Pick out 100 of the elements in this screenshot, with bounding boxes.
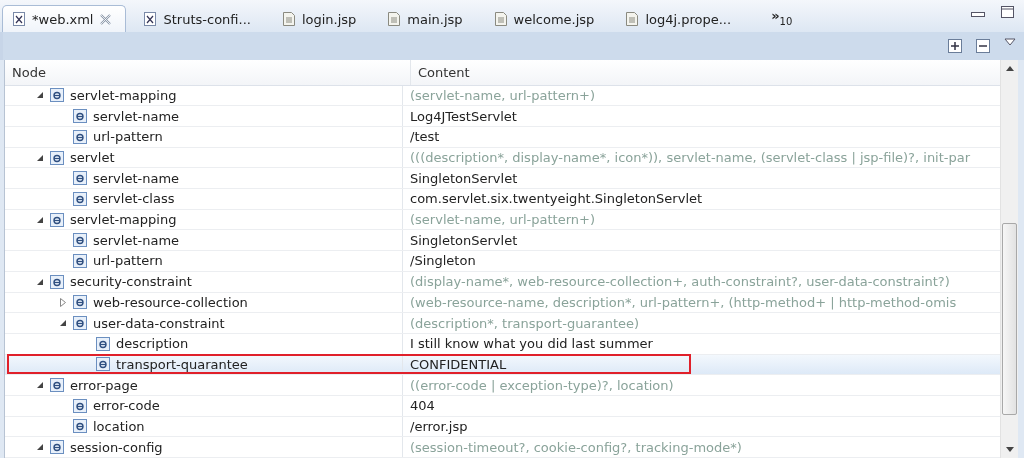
collapse-all-icon[interactable] [976, 39, 990, 53]
text-file-icon [494, 12, 507, 26]
node-name: description [116, 336, 189, 352]
tree-row[interactable]: description I still know what you did last summer [5, 333, 1000, 355]
tree-row[interactable]: servlet (((description*, display-name*, icon*)), servlet-name, (servlet-class | jsp-file)?, init-par [5, 147, 1000, 169]
content-value: CONFIDENTIAL [410, 356, 507, 372]
node-name: url-pattern [93, 253, 163, 269]
element-icon [50, 150, 64, 165]
tree-row[interactable]: location /error.jsp [5, 416, 1000, 438]
scrollbar-thumb[interactable] [1002, 223, 1017, 415]
scroll-up-icon[interactable] [1005, 65, 1014, 71]
content-value: SingletonServlet [410, 170, 518, 186]
content-hint: (session-timeout?, cookie-config?, tracking-mode*) [410, 439, 742, 455]
node-name: error-page [70, 377, 138, 393]
tree-row[interactable]: servlet-name Log4JTestServlet [5, 106, 1000, 127]
content-hint: (web-resource-name, description*, url-pattern+, (http-method+ | http-method-omis [410, 294, 957, 310]
tree-row[interactable]: servlet-class com.servlet.six.twentyeight.SingletonServlet [5, 189, 1000, 210]
element-icon [73, 129, 87, 144]
node-name: servlet-mapping [70, 212, 177, 228]
editor-tab[interactable]: *web.xml [2, 5, 127, 32]
element-icon [50, 378, 64, 393]
text-file-icon [282, 12, 295, 26]
tree-row[interactable]: error-code 404 [5, 395, 1000, 417]
node-name: servlet-name [93, 170, 180, 186]
expanded-arrow-icon[interactable] [35, 153, 44, 162]
node-name: servlet [70, 150, 115, 166]
element-icon [96, 336, 110, 351]
tree-row[interactable]: url-pattern /test [5, 127, 1000, 148]
element-icon [73, 191, 87, 206]
node-name: web-resource-collection [93, 294, 248, 310]
tree-row[interactable]: servlet-mapping (servlet-name, url-pattern+) [5, 85, 1000, 107]
expanded-arrow-icon[interactable] [35, 277, 44, 286]
node-name: servlet-class [93, 191, 175, 207]
editor-tab[interactable]: log4j.prope... [616, 6, 746, 32]
node-name: servlet-name [93, 232, 180, 248]
xml-file-icon [144, 12, 157, 26]
scroll-down-icon[interactable] [1005, 447, 1014, 453]
node-name: error-code [93, 398, 160, 414]
node-name: transport-quarantee [116, 356, 248, 372]
element-icon [73, 171, 87, 186]
element-icon [73, 109, 87, 124]
content-value: /error.jsp [410, 418, 468, 434]
column-header[interactable]: Content [411, 60, 1000, 85]
node-name: servlet-name [93, 108, 180, 124]
vertical-scrollbar[interactable] [1000, 60, 1018, 458]
content-value: com.servlet.six.twentyeight.SingletonServlet [410, 191, 703, 207]
text-file-icon [626, 12, 639, 26]
content-value: 404 [410, 398, 435, 414]
selected-row[interactable]: transport-quarantee CONFIDENTIAL [5, 354, 1000, 376]
node-name: security-constraint [70, 274, 192, 290]
tree-row[interactable]: url-pattern /Singleton [5, 251, 1000, 272]
editor-tab[interactable]: Struts-confi... [134, 6, 265, 32]
element-icon [73, 233, 87, 248]
expanded-arrow-icon[interactable] [35, 381, 44, 390]
text-file-icon [388, 12, 401, 26]
expanded-arrow-icon[interactable] [35, 91, 44, 100]
content-hint: ((error-code | exception-type)?, location) [410, 377, 674, 393]
content-value: Log4JTestServlet [410, 108, 517, 124]
content-hint: (servlet-name, url-pattern+) [410, 87, 596, 103]
content-value: /test [410, 129, 440, 145]
element-icon [50, 212, 64, 227]
node-name: user-data-constraint [93, 315, 225, 331]
content-value: I still know what you did last summer [410, 336, 653, 352]
element-icon [50, 440, 64, 455]
view-menu-icon[interactable] [1004, 38, 1016, 46]
element-icon [50, 274, 64, 289]
expanded-arrow-icon[interactable] [35, 443, 44, 452]
content-hint: (display-name*, web-resource-collection+, auth-constraint?, user-data-constraint?) [410, 274, 950, 290]
minimize-icon[interactable] [971, 12, 985, 18]
node-name: location [93, 418, 145, 434]
more-tabs-button[interactable]: »$_{10}$ [771, 8, 793, 32]
expand-all-icon[interactable] [948, 39, 962, 53]
expanded-arrow-icon[interactable] [58, 319, 67, 328]
tree-row[interactable]: security-constraint (display-name*, web-resource-collection+, auth-constraint?, user-data-constraint?) [5, 271, 1000, 293]
column-header[interactable]: Node [5, 60, 411, 85]
tree-row[interactable]: session-config (session-timeout?, cookie-config?, tracking-mode*) [5, 437, 1000, 458]
node-name: servlet-mapping [70, 87, 177, 103]
element-icon [73, 398, 87, 413]
tree-row[interactable]: servlet-name SingletonServlet [5, 168, 1000, 190]
tree-row[interactable]: web-resource-collection (web-resource-name, description*, url-pattern+, (http-method+ | http-method-omis [5, 292, 1000, 314]
tree-row[interactable]: error-page ((error-code | exception-type)?, location) [5, 375, 1000, 396]
collapsed-arrow-icon[interactable] [58, 297, 67, 307]
content-hint: (description*, transport-guarantee) [410, 315, 640, 331]
content-value: SingletonServlet [410, 232, 518, 248]
expanded-arrow-icon[interactable] [35, 215, 44, 224]
maximize-icon[interactable] [1001, 6, 1014, 18]
tree-row[interactable]: servlet-name SingletonServlet [5, 230, 1000, 252]
element-icon [73, 419, 87, 434]
editor-tab[interactable]: welcome.jsp [484, 6, 609, 32]
tree-row[interactable]: user-data-constraint (description*, transport-guarantee) [5, 313, 1000, 334]
element-icon [73, 253, 87, 268]
node-name: url-pattern [93, 129, 163, 145]
tree-row[interactable]: servlet-mapping (servlet-name, url-pattern+) [5, 209, 1000, 231]
element-icon [73, 316, 87, 331]
close-icon[interactable] [100, 13, 112, 25]
content-hint: (((description*, display-name*, icon*)), servlet-name, (servlet-class | jsp-file)?, init-par [410, 150, 971, 166]
editor-tab[interactable]: main.jsp [378, 6, 477, 32]
editor-tab[interactable]: login.jsp [272, 6, 371, 32]
node-name: session-config [70, 439, 163, 455]
xml-file-icon [13, 12, 25, 26]
